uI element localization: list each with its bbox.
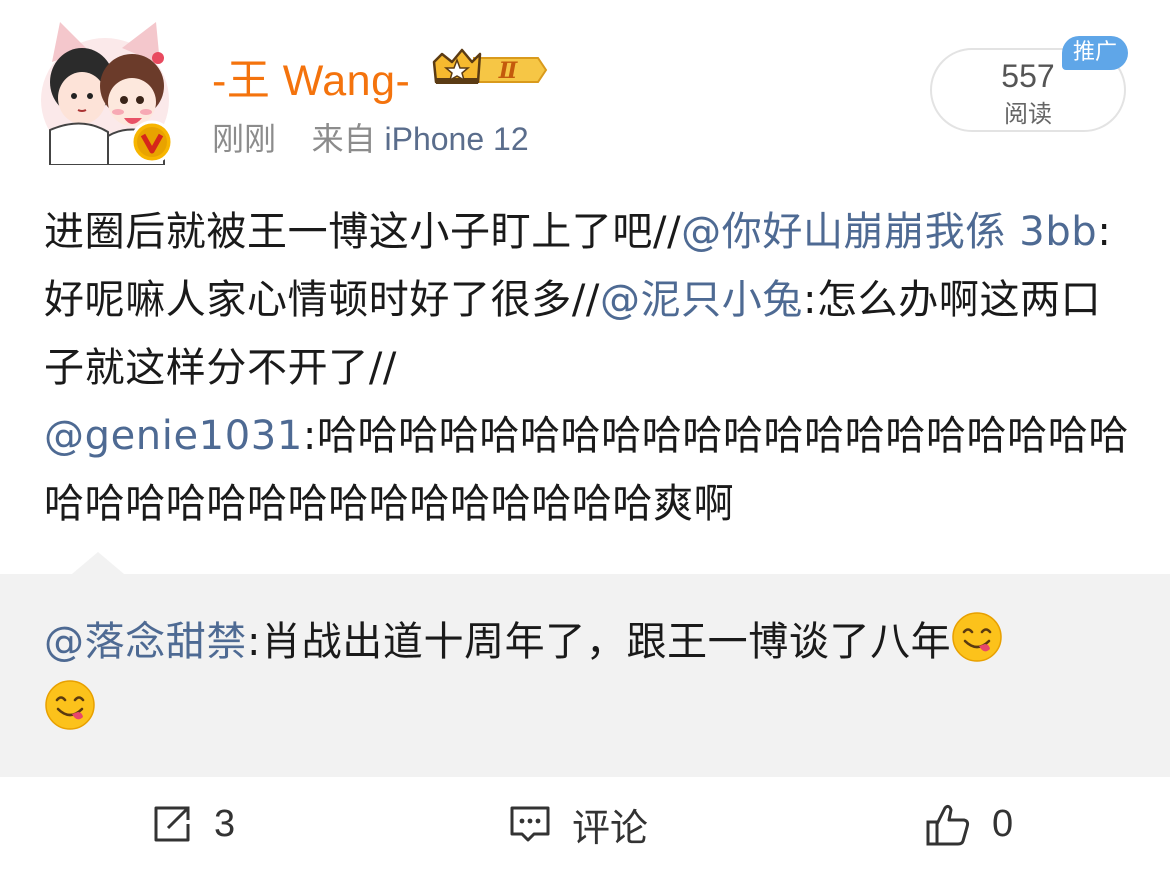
- thumbs-up-icon: [926, 804, 970, 846]
- verified-badge-icon: [130, 120, 174, 164]
- post-time: 刚刚: [212, 121, 277, 157]
- source-prefix: 来自: [311, 121, 376, 157]
- author-name[interactable]: -王 Wang-: [212, 46, 410, 108]
- mention-link[interactable]: @泥只小兔: [600, 277, 803, 323]
- repost-separator: //: [571, 277, 600, 323]
- repost-icon: [154, 806, 190, 842]
- promote-badge[interactable]: 推广: [1062, 36, 1128, 70]
- yum-face-emoji-icon: [45, 680, 95, 730]
- repost-count: 3: [214, 802, 236, 845]
- repost-button[interactable]: 3: [150, 777, 235, 871]
- read-count-label: 阅读: [1004, 100, 1052, 128]
- like-button[interactable]: 0: [924, 777, 1013, 871]
- repost-separator: //: [653, 209, 682, 255]
- quoted-post-text: @落念甜禁:肖战出道十周年了，跟王一博谈了八年: [44, 608, 1144, 744]
- post-header: -王 Wang- Ⅱ 刚刚 来自 iPhone 12 557 阅读 推广: [0, 0, 1170, 190]
- comment-label: 评论: [572, 807, 649, 850]
- quoted-post[interactable]: @落念甜禁:肖战出道十周年了，跟王一博谈了八年: [0, 552, 1170, 777]
- avatar[interactable]: [38, 20, 174, 165]
- yum-face-emoji-icon: [952, 612, 1003, 662]
- action-bar: 3 评论 0: [0, 777, 1170, 871]
- repost-separator: //: [368, 345, 397, 391]
- mention-link[interactable]: @你好山崩崩我係 3bb: [681, 209, 1097, 255]
- body-text-1: 进圈后就被王一博这小子盯上了吧: [44, 209, 653, 255]
- like-count: 0: [992, 802, 1014, 845]
- post-meta: 刚刚 来自 iPhone 12: [212, 114, 529, 160]
- quoted-body: :肖战出道十周年了，跟王一博谈了八年: [247, 619, 952, 665]
- comment-icon: [510, 806, 550, 842]
- mention-link[interactable]: @genie1031: [44, 413, 303, 459]
- member-level: Ⅱ: [498, 58, 519, 84]
- quoted-author-mention[interactable]: @落念甜禁: [44, 619, 247, 665]
- post-body: 进圈后就被王一博这小子盯上了吧//@你好山崩崩我係 3bb:好呢嘛人家心情顿时好…: [44, 198, 1134, 538]
- comment-button[interactable]: 评论: [508, 777, 648, 871]
- source-device-link[interactable]: iPhone 12: [384, 121, 528, 157]
- quote-caret: [72, 552, 124, 574]
- crown-member-icon: Ⅱ: [432, 48, 548, 84]
